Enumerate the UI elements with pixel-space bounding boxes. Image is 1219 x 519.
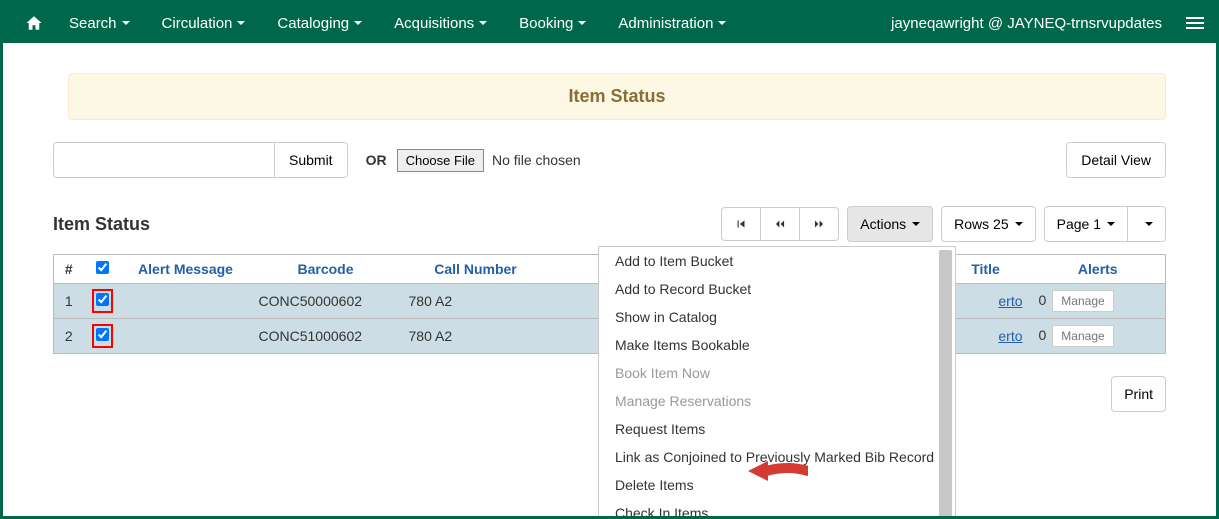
action-add-record-bucket[interactable]: Add to Record Bucket	[599, 275, 955, 303]
row-number: 1	[54, 284, 84, 319]
cell-alert	[121, 284, 251, 319]
action-request-items[interactable]: Request Items	[599, 415, 955, 443]
nav-administration[interactable]: Administration	[618, 15, 726, 32]
cell-title-link[interactable]: erto	[998, 328, 1022, 344]
page-title-banner: Item Status	[68, 73, 1166, 120]
page-title: Item Status	[568, 86, 665, 106]
caret-down-icon	[354, 21, 362, 25]
manage-alerts-button[interactable]: Manage	[1052, 325, 1113, 347]
next-page-icon	[812, 217, 826, 231]
actions-label: Actions	[860, 216, 906, 232]
first-page-button[interactable]	[721, 207, 761, 241]
nav-cataloging-label: Cataloging	[277, 15, 349, 32]
first-page-icon	[734, 217, 748, 231]
page-content: Item Status Submit OR Choose File No fil…	[3, 43, 1216, 516]
action-check-in-items[interactable]: Check In Items	[599, 499, 955, 516]
alerts-count: 0	[1039, 292, 1047, 308]
column-picker-button[interactable]	[1127, 206, 1166, 242]
nav-administration-label: Administration	[618, 15, 713, 32]
cell-barcode: CONC51000602	[251, 319, 401, 354]
row-checkbox[interactable]	[96, 293, 109, 306]
col-select-all[interactable]	[84, 255, 121, 284]
nav-user-label[interactable]: jayneqawright @ JAYNEQ-trnsrvupdates	[891, 15, 1162, 32]
caret-down-icon	[912, 222, 920, 226]
alerts-count: 0	[1039, 327, 1047, 343]
detail-view-button[interactable]: Detail View	[1066, 142, 1166, 178]
cell-alert	[121, 319, 251, 354]
select-all-checkbox[interactable]	[96, 261, 109, 274]
caret-down-icon	[237, 21, 245, 25]
print-button[interactable]: Print	[1111, 376, 1166, 412]
row-checkbox[interactable]	[96, 328, 109, 341]
col-num[interactable]: #	[54, 255, 84, 284]
house-icon	[25, 14, 43, 32]
barcode-input[interactable]	[54, 143, 274, 177]
no-file-label: No file chosen	[492, 152, 581, 168]
nav-cataloging[interactable]: Cataloging	[277, 15, 362, 32]
manage-alerts-button[interactable]: Manage	[1052, 290, 1113, 312]
action-show-catalog[interactable]: Show in Catalog	[599, 303, 955, 331]
caret-down-icon	[1145, 222, 1153, 226]
or-label: OR	[366, 152, 387, 168]
col-call[interactable]: Call Number	[401, 255, 551, 284]
cell-barcode: CONC50000602	[251, 284, 401, 319]
section-header: Item Status Actions	[53, 206, 1166, 242]
action-book-now: Book Item Now	[599, 359, 955, 387]
caret-down-icon	[1015, 222, 1023, 226]
col-alert[interactable]: Alert Message	[121, 255, 251, 284]
caret-down-icon	[122, 21, 130, 25]
row-number: 2	[54, 319, 84, 354]
action-manage-reservations: Manage Reservations	[599, 387, 955, 415]
nav-acquisitions-label: Acquisitions	[394, 15, 474, 32]
rows-per-page-button[interactable]: Rows 25	[941, 206, 1035, 242]
actions-button[interactable]: Actions	[847, 206, 933, 242]
caret-down-icon	[1107, 222, 1115, 226]
cell-title-link[interactable]: erto	[998, 293, 1022, 309]
caret-down-icon	[718, 21, 726, 25]
prev-page-button[interactable]	[760, 207, 800, 241]
nav-acquisitions[interactable]: Acquisitions	[394, 15, 487, 32]
action-add-item-bucket[interactable]: Add to Item Bucket	[599, 247, 955, 275]
nav-search[interactable]: Search	[69, 15, 130, 32]
pager-nav-group	[721, 207, 839, 241]
nav-circulation-label: Circulation	[162, 15, 233, 32]
page-select-button[interactable]: Page 1	[1044, 206, 1128, 242]
search-row: Submit OR Choose File No file chosen Det…	[53, 142, 1166, 178]
section-title: Item Status	[53, 214, 150, 235]
barcode-search-group: Submit	[53, 142, 348, 178]
nav-booking[interactable]: Booking	[519, 15, 586, 32]
nav-booking-label: Booking	[519, 15, 573, 32]
main-navbar: Search Circulation Cataloging Acquisitio…	[3, 3, 1216, 43]
page-label: Page 1	[1057, 216, 1101, 232]
nav-search-label: Search	[69, 15, 117, 32]
prev-page-icon	[773, 217, 787, 231]
col-barcode[interactable]: Barcode	[251, 255, 401, 284]
grid-toolbar: Actions Rows 25 Page 1	[721, 206, 1166, 242]
cell-call: 780 A2	[401, 319, 551, 354]
cell-call: 780 A2	[401, 284, 551, 319]
callout-arrow-icon	[748, 458, 808, 484]
next-page-button[interactable]	[799, 207, 839, 241]
nav-circulation[interactable]: Circulation	[162, 15, 246, 32]
submit-button[interactable]: Submit	[274, 143, 347, 177]
caret-down-icon	[578, 21, 586, 25]
menu-icon[interactable]	[1186, 17, 1204, 29]
rows-label: Rows 25	[954, 216, 1008, 232]
col-alerts[interactable]: Alerts	[1031, 255, 1166, 284]
caret-down-icon	[479, 21, 487, 25]
home-icon[interactable]	[25, 14, 43, 32]
action-make-bookable[interactable]: Make Items Bookable	[599, 331, 955, 359]
dropdown-scrollbar[interactable]	[939, 250, 952, 516]
results-table-wrap: # Alert Message Barcode Call Number Due …	[53, 254, 1166, 354]
choose-file-button[interactable]: Choose File	[397, 149, 484, 172]
col-title-label: Title	[971, 261, 1000, 277]
